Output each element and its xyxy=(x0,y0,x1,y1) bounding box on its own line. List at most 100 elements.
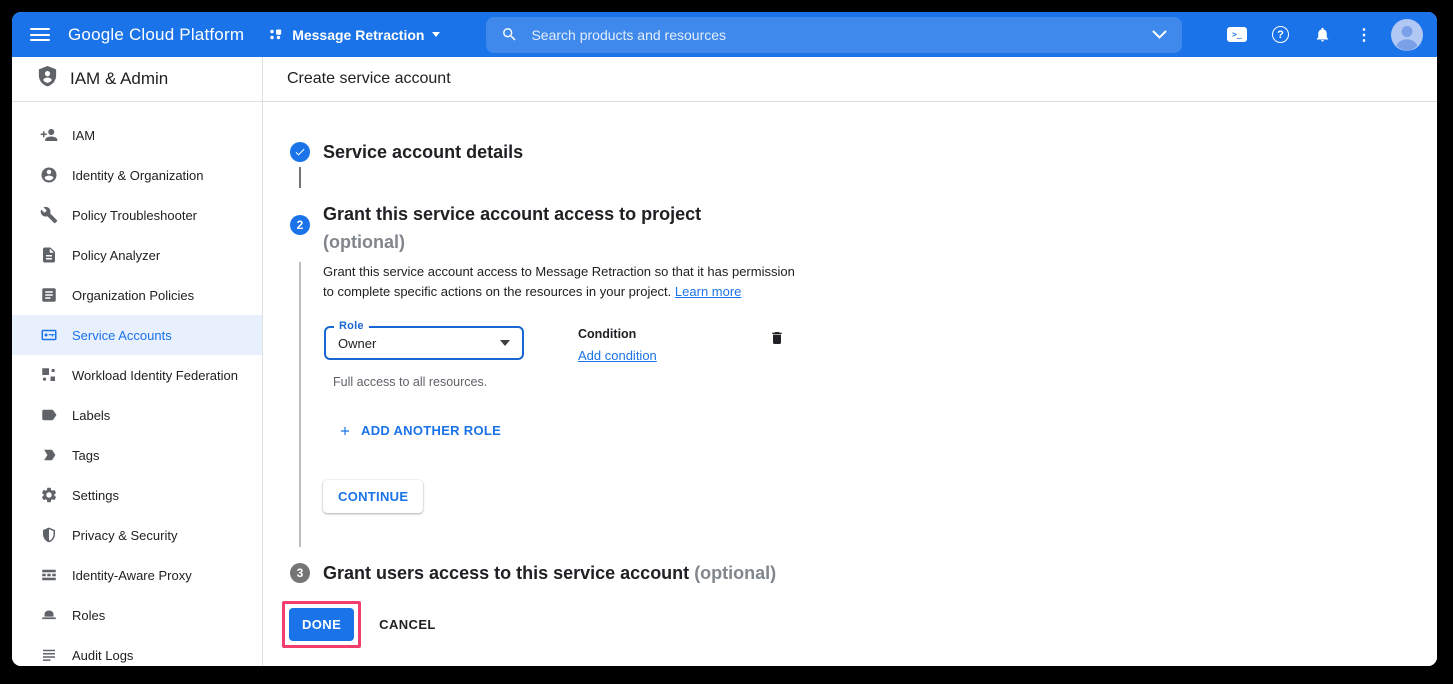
cancel-button[interactable]: CANCEL xyxy=(379,617,436,632)
step-3-header: 3 Grant users access to this service acc… xyxy=(263,561,1437,585)
shield-icon xyxy=(40,526,58,544)
project-icon xyxy=(268,27,284,43)
search-input[interactable] xyxy=(531,27,1139,43)
cloud-shell-icon[interactable]: >_ xyxy=(1227,27,1247,42)
step-1-header: Service account details xyxy=(263,140,1437,164)
step-2-body: Grant this service account access to Mes… xyxy=(299,262,1437,547)
more-options-icon[interactable]: ⋮ xyxy=(1356,25,1366,45)
sidebar-item-label: Tags xyxy=(72,448,99,463)
gcp-logo: Google Cloud Platform xyxy=(68,25,244,45)
sidebar-item-roles[interactable]: Roles xyxy=(12,595,262,635)
layers-icon xyxy=(40,566,58,584)
squares-icon xyxy=(40,366,58,384)
add-another-role-button[interactable]: ADD ANOTHER ROLE xyxy=(338,423,501,438)
iam-admin-shield-icon xyxy=(36,65,59,93)
annotation-highlight-box: DONE xyxy=(282,601,361,648)
continue-button[interactable]: CONTINUE xyxy=(323,480,423,513)
main-panel: Create service account Service account d… xyxy=(263,57,1437,666)
sidebar-title: IAM & Admin xyxy=(70,69,168,89)
list-lines-icon xyxy=(40,646,58,664)
label-tag-icon xyxy=(40,406,58,424)
sidebar: IAM & Admin IAM Identity & Organization … xyxy=(12,57,263,666)
notifications-bell-icon[interactable] xyxy=(1314,26,1331,43)
sidebar-item-label: Policy Analyzer xyxy=(72,248,160,263)
sidebar-item-iam[interactable]: IAM xyxy=(12,115,262,155)
add-another-role-label: ADD ANOTHER ROLE xyxy=(361,423,501,438)
account-circle-icon xyxy=(40,166,58,184)
step-2-title: Grant this service account access to pro… xyxy=(323,200,701,228)
add-condition-link[interactable]: Add condition xyxy=(578,348,657,363)
step-2-number-indicator: 2 xyxy=(290,215,310,235)
step-2-header: 2 Grant this service account access to p… xyxy=(263,200,1437,256)
page-title: Create service account xyxy=(263,57,1437,102)
sidebar-item-organization-policies[interactable]: Organization Policies xyxy=(12,275,262,315)
sidebar-item-labels[interactable]: Labels xyxy=(12,395,262,435)
sidebar-item-policy-troubleshooter[interactable]: Policy Troubleshooter xyxy=(12,195,262,235)
wizard-content: Service account details 2 Grant this ser… xyxy=(263,102,1437,666)
avatar[interactable] xyxy=(1391,19,1423,51)
dropdown-caret-icon xyxy=(500,340,510,346)
doc-lines-icon xyxy=(40,286,58,304)
sidebar-item-tags[interactable]: Tags xyxy=(12,435,262,475)
chevron-down-icon xyxy=(432,32,440,37)
learn-more-link[interactable]: Learn more xyxy=(675,284,741,299)
person-add-icon xyxy=(40,126,58,144)
search-icon xyxy=(501,26,518,43)
hat-icon xyxy=(40,606,58,624)
sidebar-item-policy-analyzer[interactable]: Policy Analyzer xyxy=(12,235,262,275)
topbar-actions: >_ ? ⋮ xyxy=(1227,19,1423,51)
role-field-label: Role xyxy=(334,320,369,332)
sidebar-item-privacy-security[interactable]: Privacy & Security xyxy=(12,515,262,555)
sidebar-item-label: Identity & Organization xyxy=(72,168,204,183)
step-3-optional-label: (optional) xyxy=(694,563,776,583)
done-button[interactable]: DONE xyxy=(289,608,354,641)
step-3-number-indicator: 3 xyxy=(290,563,310,583)
sidebar-item-label: Workload Identity Federation xyxy=(72,368,238,383)
trash-icon xyxy=(769,329,785,347)
condition-block: Condition Add condition xyxy=(578,327,657,365)
condition-label: Condition xyxy=(578,327,657,341)
step-3-title: Grant users access to this service accou… xyxy=(323,561,776,585)
sidebar-header: IAM & Admin xyxy=(12,57,262,102)
role-row: Role Owner Condition Add condition xyxy=(323,326,1437,365)
sidebar-item-settings[interactable]: Settings xyxy=(12,475,262,515)
sidebar-item-label: Identity-Aware Proxy xyxy=(72,568,192,583)
tag-arrow-icon xyxy=(40,446,58,464)
project-selector[interactable]: Message Retraction xyxy=(268,27,440,43)
sidebar-item-label: Audit Logs xyxy=(72,648,133,663)
role-select[interactable]: Role Owner xyxy=(324,326,524,360)
step-connector xyxy=(299,167,301,188)
menu-icon[interactable] xyxy=(30,28,50,41)
step-1-done-indicator xyxy=(290,142,310,162)
wrench-icon xyxy=(40,206,58,224)
search-expand-chevron-icon[interactable] xyxy=(1152,30,1167,39)
help-icon[interactable]: ? xyxy=(1272,26,1289,43)
project-name: Message Retraction xyxy=(292,27,424,43)
sidebar-item-identity-organization[interactable]: Identity & Organization xyxy=(12,155,262,195)
role-helper-text: Full access to all resources. xyxy=(333,375,1437,389)
top-app-bar: Google Cloud Platform Message Retraction… xyxy=(12,12,1437,57)
browser-window: Google Cloud Platform Message Retraction… xyxy=(12,12,1437,666)
role-selected-value: Owner xyxy=(338,336,500,351)
sidebar-item-workload-identity-federation[interactable]: Workload Identity Federation xyxy=(12,355,262,395)
step-3-title-text: Grant users access to this service accou… xyxy=(323,563,689,583)
sidebar-item-audit-logs[interactable]: Audit Logs xyxy=(12,635,262,666)
sidebar-item-service-accounts[interactable]: Service Accounts xyxy=(12,315,262,355)
check-icon xyxy=(294,146,306,158)
delete-role-button[interactable] xyxy=(769,329,785,350)
badge-key-icon xyxy=(40,326,58,344)
sidebar-item-label: Roles xyxy=(72,608,105,623)
step-1-title: Service account details xyxy=(323,140,523,164)
sidebar-item-label: Policy Troubleshooter xyxy=(72,208,197,223)
step-2-description: Grant this service account access to Mes… xyxy=(323,262,805,302)
search-bar[interactable] xyxy=(486,17,1182,53)
plus-icon xyxy=(338,424,352,438)
sidebar-item-label: Settings xyxy=(72,488,119,503)
sidebar-item-label: Labels xyxy=(72,408,110,423)
sidebar-item-identity-aware-proxy[interactable]: Identity-Aware Proxy xyxy=(12,555,262,595)
sidebar-item-label: IAM xyxy=(72,128,95,143)
step-2-optional-label: (optional) xyxy=(323,228,701,256)
gear-icon xyxy=(40,486,58,504)
sidebar-nav: IAM Identity & Organization Policy Troub… xyxy=(12,102,262,666)
sidebar-item-label: Service Accounts xyxy=(72,328,172,343)
